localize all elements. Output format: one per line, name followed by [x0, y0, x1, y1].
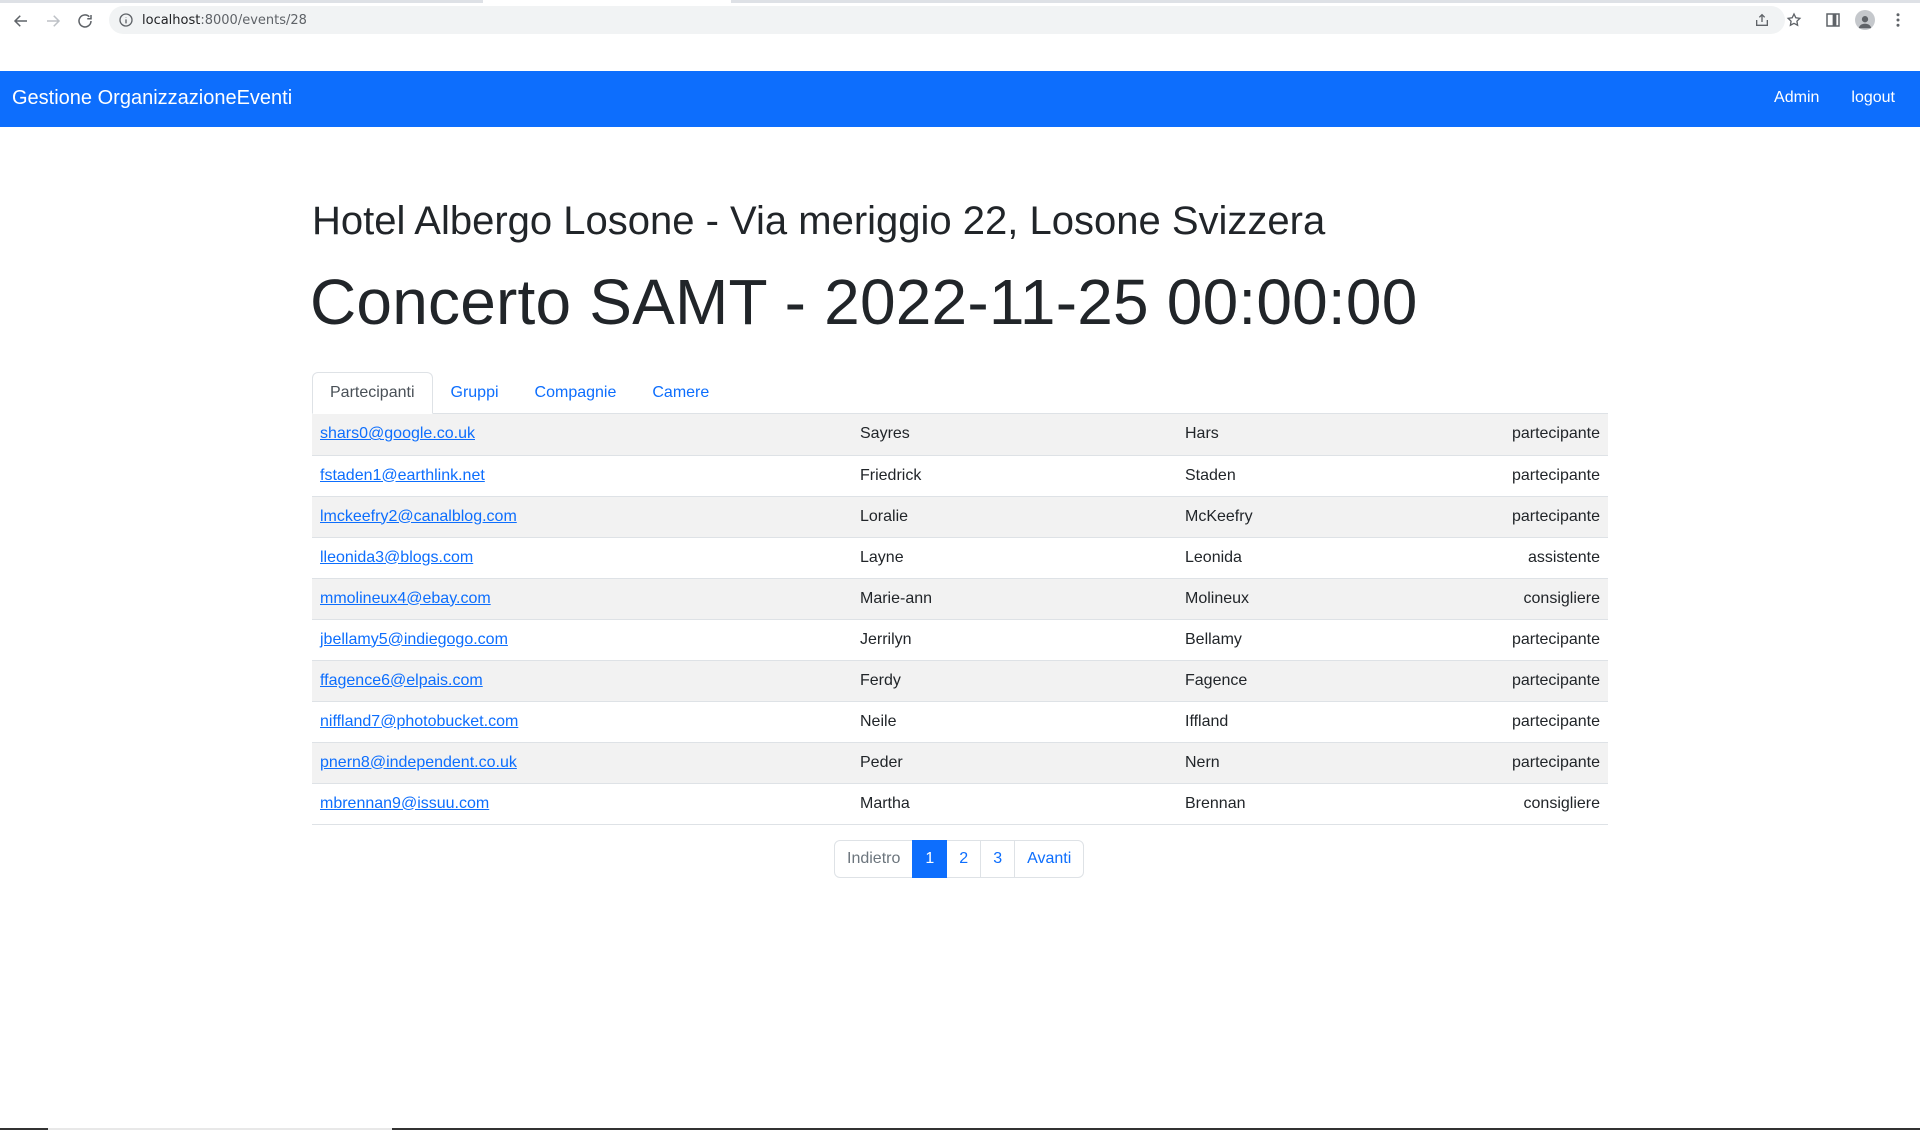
participant-email-link[interactable]: pnern8@independent.co.uk: [320, 754, 517, 771]
table-row: niffland7@photobucket.com Neile Iffland …: [312, 701, 1608, 743]
pagination-next-button[interactable]: Avanti: [1014, 840, 1085, 878]
pagination-page-3[interactable]: 3: [980, 840, 1016, 878]
participant-last-name: Staden: [1177, 455, 1502, 497]
participant-role: assistente: [1502, 537, 1608, 579]
participant-email-link[interactable]: lmckeefry2@canalblog.com: [320, 508, 517, 525]
nav-link-logout[interactable]: logout: [1851, 89, 1895, 107]
more-vertical-icon: [1896, 13, 1900, 27]
participant-first-name: Ferdy: [852, 660, 1177, 702]
pagination-prev-button[interactable]: Indietro: [834, 840, 914, 878]
participant-first-name: Jerrilyn: [852, 619, 1177, 661]
participant-role: partecipante: [1502, 660, 1608, 702]
star-icon: [1786, 12, 1802, 27]
side-panel-icon: [1826, 13, 1840, 27]
navbar-links: Admin logout: [1774, 89, 1895, 107]
event-title: Concerto SAMT - 2022-11-25 00:00:00: [310, 266, 1418, 338]
bookmark-button[interactable]: [1786, 6, 1802, 34]
reload-button[interactable]: [72, 8, 98, 34]
participant-first-name: Neile: [852, 701, 1177, 743]
participant-last-name: Brennan: [1177, 783, 1502, 825]
tab-compagnie[interactable]: Compagnie: [517, 372, 635, 414]
participant-last-name: Bellamy: [1177, 619, 1502, 661]
participant-first-name: Friedrick: [852, 455, 1177, 497]
participant-email-link[interactable]: ffagence6@elpais.com: [320, 672, 483, 689]
tab-gruppi[interactable]: Gruppi: [433, 372, 517, 414]
participant-email-link[interactable]: mmolineux4@ebay.com: [320, 590, 491, 607]
info-icon[interactable]: [118, 12, 134, 28]
tab-camere[interactable]: Camere: [634, 372, 727, 414]
address-bar[interactable]: localhost:8000/events/28: [109, 6, 1802, 34]
nav-link-admin[interactable]: Admin: [1774, 89, 1819, 107]
pagination: Indietro 1 2 3 Avanti: [834, 840, 1085, 878]
participant-role: consigliere: [1502, 578, 1608, 620]
participant-role: partecipante: [1502, 414, 1608, 456]
participant-email-link[interactable]: jbellamy5@indiegogo.com: [320, 631, 508, 648]
participant-role: partecipante: [1502, 455, 1608, 497]
table-row: pnern8@independent.co.uk Peder Nern part…: [312, 742, 1608, 784]
participant-email-link[interactable]: fstaden1@earthlink.net: [320, 467, 485, 484]
reload-icon: [78, 14, 92, 28]
table-row: lmckeefry2@canalblog.com Loralie McKeefr…: [312, 496, 1608, 538]
url-text: localhost:8000/events/28: [142, 13, 307, 28]
browser-toolbar: localhost:8000/events/28: [0, 0, 1920, 40]
participant-first-name: Layne: [852, 537, 1177, 579]
browser-menu-button[interactable]: [1886, 8, 1910, 32]
tab-strip: [0, 0, 1920, 3]
participant-last-name: Fagence: [1177, 660, 1502, 702]
participant-role: partecipante: [1502, 701, 1608, 743]
arrow-left-icon: [13, 15, 27, 27]
participant-first-name: Loralie: [852, 496, 1177, 538]
participant-first-name: Marie-ann: [852, 578, 1177, 620]
tab-list: Partecipanti Gruppi Compagnie Camere: [312, 372, 1608, 414]
table-row: ffagence6@elpais.com Ferdy Fagence parte…: [312, 660, 1608, 702]
participant-last-name: Leonida: [1177, 537, 1502, 579]
participant-role: partecipante: [1502, 619, 1608, 661]
participant-role: partecipante: [1502, 742, 1608, 784]
share-icon: [1756, 13, 1768, 26]
url-path: :8000/events/28: [200, 12, 307, 28]
participant-last-name: Nern: [1177, 742, 1502, 784]
venue-subtitle: Hotel Albergo Losone - Via meriggio 22, …: [312, 199, 1326, 243]
participant-first-name: Martha: [852, 783, 1177, 825]
participant-email-link[interactable]: lleonida3@blogs.com: [320, 549, 473, 566]
participant-role: consigliere: [1502, 783, 1608, 825]
forward-button[interactable]: [40, 8, 66, 34]
arrow-right-icon: [47, 15, 61, 27]
participant-role: partecipante: [1502, 496, 1608, 538]
table-row: fstaden1@earthlink.net Friedrick Staden …: [312, 455, 1608, 497]
pagination-page-2[interactable]: 2: [946, 840, 982, 878]
participant-last-name: Hars: [1177, 414, 1502, 456]
url-host: localhost: [142, 12, 201, 28]
active-tab-indicator: [483, 0, 731, 3]
participant-last-name: Molineux: [1177, 578, 1502, 620]
table-row: lleonida3@blogs.com Layne Leonida assist…: [312, 537, 1608, 579]
table-row: shars0@google.co.uk Sayres Hars partecip…: [312, 414, 1608, 456]
participant-first-name: Sayres: [852, 414, 1177, 456]
participants-table: shars0@google.co.uk Sayres Hars partecip…: [312, 414, 1608, 825]
profile-button[interactable]: [1853, 8, 1877, 32]
participant-email-link[interactable]: niffland7@photobucket.com: [320, 713, 518, 730]
participant-email-link[interactable]: mbrennan9@issuu.com: [320, 795, 489, 812]
participant-last-name: Iffland: [1177, 701, 1502, 743]
share-button[interactable]: [1754, 6, 1770, 34]
participant-first-name: Peder: [852, 742, 1177, 784]
table-row: mbrennan9@issuu.com Martha Brennan consi…: [312, 783, 1608, 825]
back-button[interactable]: [8, 8, 34, 34]
side-panel-button[interactable]: [1821, 8, 1845, 32]
navbar: Gestione OrganizzazioneEventi Admin logo…: [0, 71, 1920, 127]
pagination-page-1[interactable]: 1: [912, 840, 948, 878]
participant-last-name: McKeefry: [1177, 496, 1502, 538]
navbar-brand[interactable]: Gestione OrganizzazioneEventi: [12, 87, 292, 110]
tab-partecipanti[interactable]: Partecipanti: [312, 372, 433, 414]
avatar-icon: [1855, 10, 1875, 30]
participant-email-link[interactable]: shars0@google.co.uk: [320, 425, 475, 442]
table-row: mmolineux4@ebay.com Marie-ann Molineux c…: [312, 578, 1608, 620]
table-row: jbellamy5@indiegogo.com Jerrilyn Bellamy…: [312, 619, 1608, 661]
